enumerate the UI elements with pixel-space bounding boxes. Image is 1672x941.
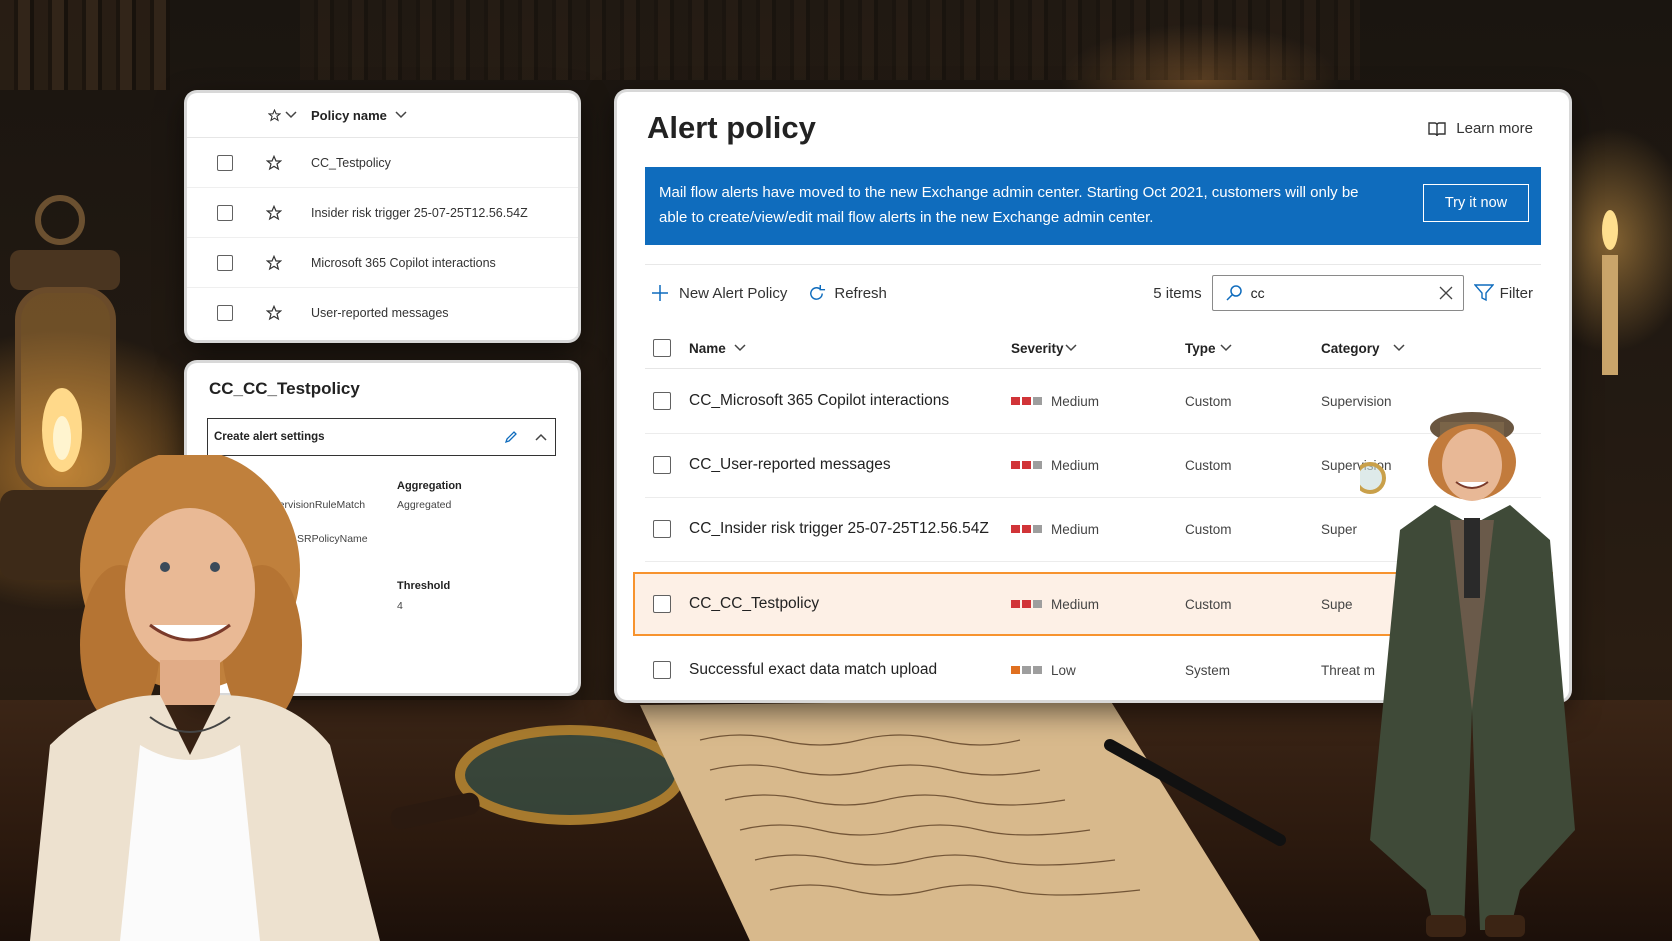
severity-indicator-icon [1011,397,1042,405]
detective-figure [1360,412,1575,937]
row-name[interactable]: CC_User-reported messages [689,456,891,474]
list-item[interactable]: Microsoft 365 Copilot interactions [187,238,578,288]
row-checkbox[interactable] [217,254,233,271]
bookshelf-left [0,0,170,90]
edit-pencil-icon[interactable] [503,429,519,445]
category-value: Supervision [1321,393,1392,409]
type-value: Custom [1185,393,1232,409]
type-column-header[interactable]: Type [1185,341,1216,356]
candle-illustration [1602,210,1618,375]
row-checkbox[interactable] [653,456,671,474]
severity-value: Medium [1051,457,1100,473]
severity-value: Medium [1051,393,1100,409]
type-value: System [1185,662,1231,678]
book-icon [1428,121,1446,137]
chevron-down-icon[interactable] [1393,344,1405,352]
type-value: Custom [1185,457,1232,473]
star-icon[interactable] [266,304,282,321]
category-column-header[interactable]: Category [1321,341,1380,356]
policy-list-panel: Policy name CC_Testpolicy Insider risk t… [187,93,578,340]
policy-name-column-header[interactable]: Policy name [311,108,387,123]
search-box[interactable]: cc [1211,275,1464,311]
row-checkbox[interactable] [653,520,671,538]
row-name[interactable]: CC_Insider risk trigger 25-07-25T12.56.5… [689,520,989,538]
name-column-header[interactable]: Name [689,341,726,356]
star-icon[interactable] [266,254,282,271]
create-alert-settings-section[interactable]: Create alert settings [207,418,556,456]
list-item[interactable]: CC_Testpolicy [187,138,578,188]
severity-value: Low [1051,662,1076,678]
banner-text: Mail flow alerts have moved to the new E… [659,184,1359,226]
close-icon[interactable] [1439,286,1453,300]
learn-more-link[interactable]: Learn more [1428,120,1533,137]
chevron-down-icon[interactable] [734,344,746,352]
severity-cell: Medium [1011,597,1099,612]
new-alert-policy-button[interactable]: New Alert Policy [679,285,787,302]
star-icon[interactable] [266,154,282,171]
toolbar: New Alert Policy Refresh 5 items cc Filt… [645,264,1541,321]
search-icon [1225,284,1243,302]
type-value: Custom [1185,596,1232,612]
severity-value: Medium [1051,596,1100,612]
severity-value: Medium [1051,521,1100,537]
bookshelf-top [300,0,1360,80]
refresh-button[interactable]: Refresh [834,285,887,302]
star-icon[interactable] [266,204,282,221]
star-icon[interactable] [267,108,281,122]
chevron-down-icon[interactable] [1065,344,1077,352]
severity-cell: Medium [1011,458,1099,473]
severity-cell: Medium [1011,522,1099,537]
plus-icon[interactable] [651,284,669,302]
parchment-illustration [640,700,1286,941]
chevron-down-icon[interactable] [1220,344,1232,352]
row-name[interactable]: Successful exact data match upload [689,661,937,679]
table-header: Name Severity Type Category [645,328,1541,369]
refresh-icon[interactable] [807,284,826,303]
select-all-checkbox[interactable] [653,339,671,357]
policy-name: Insider risk trigger 25-07-25T12.56.54Z [311,205,528,220]
severity-column-header[interactable]: Severity [1011,341,1064,356]
chevron-down-icon[interactable] [395,111,407,119]
row-checkbox[interactable] [217,204,233,221]
detail-title: CC_CC_Testpolicy [209,379,360,398]
row-checkbox[interactable] [653,595,671,613]
presenter-photo [30,455,380,941]
policy-list-header: Policy name [187,93,578,138]
row-name[interactable]: CC_Microsoft 365 Copilot interactions [689,392,949,410]
severity-indicator-icon [1011,666,1042,674]
info-banner: Mail flow alerts have moved to the new E… [645,167,1541,245]
item-count: 5 items [1153,284,1202,302]
severity-indicator-icon [1011,525,1042,533]
row-checkbox[interactable] [653,661,671,679]
severity-cell: Low [1011,663,1076,678]
type-value: Custom [1185,521,1232,537]
policy-name: Microsoft 365 Copilot interactions [311,255,496,270]
try-it-now-button[interactable]: Try it now [1423,184,1529,222]
row-checkbox[interactable] [217,304,233,321]
list-item[interactable]: User-reported messages [187,288,578,337]
policy-name: User-reported messages [311,305,449,320]
section-label: Create alert settings [214,431,325,443]
severity-indicator-icon [1011,600,1042,608]
policy-name: CC_Testpolicy [311,155,391,170]
list-item[interactable]: Insider risk trigger 25-07-25T12.56.54Z [187,188,578,238]
learn-more-label: Learn more [1456,120,1533,137]
severity-indicator-icon [1011,461,1042,469]
chevron-down-icon[interactable] [285,111,297,119]
row-checkbox[interactable] [217,154,233,171]
filter-button[interactable]: Filter [1500,285,1533,302]
severity-cell: Medium [1011,394,1099,409]
row-name[interactable]: CC_CC_Testpolicy [689,595,819,613]
page-title: Alert policy [647,110,816,145]
search-input[interactable]: cc [1251,285,1265,301]
category-value: Supe [1321,596,1353,612]
chevron-up-icon[interactable] [535,433,547,441]
row-checkbox[interactable] [653,392,671,410]
filter-icon[interactable] [1473,284,1494,302]
category-value: Super [1321,521,1358,537]
